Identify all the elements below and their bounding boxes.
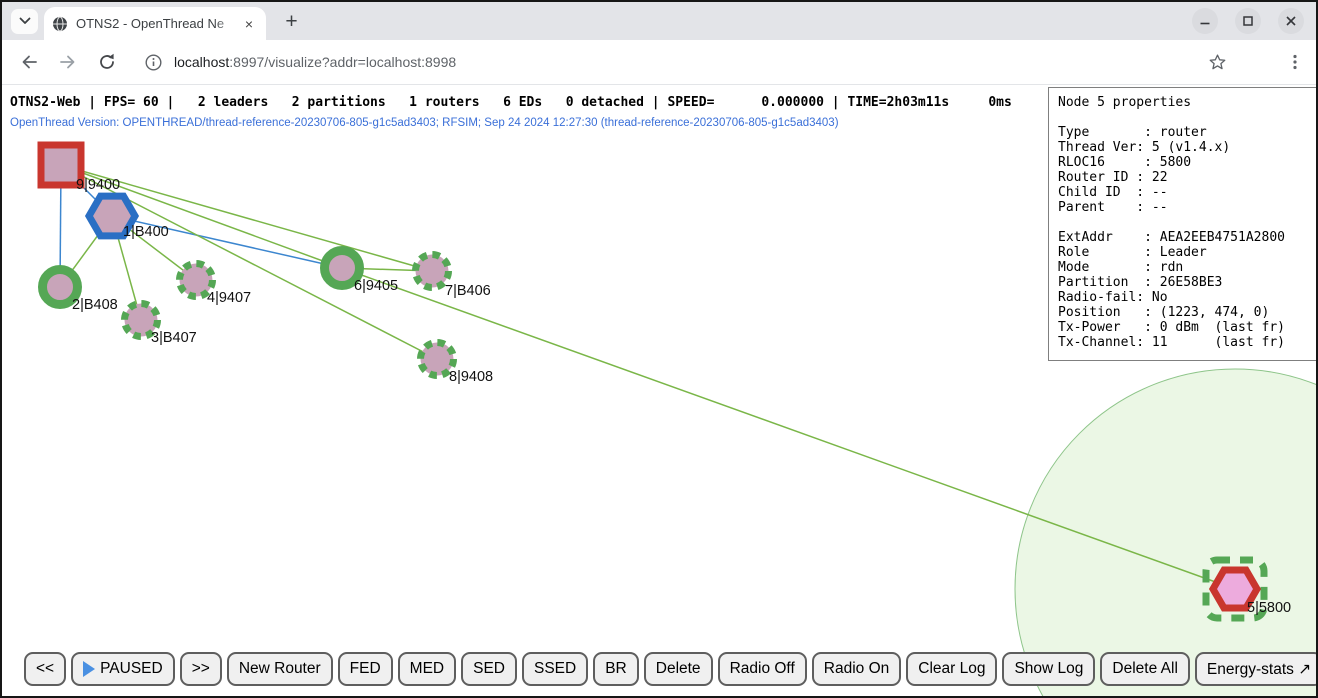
- br-button[interactable]: BR: [593, 652, 639, 686]
- node-label-1: 1|B400: [123, 224, 169, 240]
- step-forward-button[interactable]: >>: [180, 652, 222, 686]
- play-icon: [83, 661, 95, 677]
- maximize-button[interactable]: [1235, 8, 1261, 34]
- tab-search-button[interactable]: [11, 9, 38, 34]
- delete-button[interactable]: Delete: [644, 652, 713, 686]
- site-info-icon[interactable]: [145, 54, 162, 71]
- simulation-status-bar: OTNS2-Web | FPS= 60 | 2 leaders 2 partit…: [10, 95, 1074, 111]
- tab-close-button[interactable]: ×: [240, 15, 258, 33]
- sed-button[interactable]: SED: [461, 652, 517, 686]
- minimize-button[interactable]: [1192, 8, 1218, 34]
- reload-button[interactable]: [95, 50, 119, 74]
- back-button[interactable]: [17, 50, 41, 74]
- node-label-3: 3|B407: [151, 330, 197, 346]
- back-arrow-icon: [19, 52, 39, 72]
- url-host: localhost: [174, 54, 229, 70]
- forward-arrow-icon: [58, 52, 78, 72]
- radio-off-button[interactable]: Radio Off: [718, 652, 807, 686]
- node-properties-body: Type : router Thread Ver: 5 (v1.4.x) RLO…: [1058, 125, 1307, 350]
- node-label-6: 6|9405: [354, 278, 398, 294]
- energy-stats-button[interactable]: Energy-stats ↗: [1195, 652, 1316, 686]
- node-label-8: 8|9408: [449, 369, 493, 385]
- radio-on-button[interactable]: Radio On: [812, 652, 901, 686]
- node-label-2: 2|B408: [72, 297, 118, 313]
- forward-button[interactable]: [56, 50, 80, 74]
- clear-log-button[interactable]: Clear Log: [906, 652, 997, 686]
- profile-avatar[interactable]: E: [1244, 49, 1270, 75]
- url-path: :8997/visualize?addr=localhost:8998: [229, 54, 456, 70]
- menu-dots-icon[interactable]: [1286, 53, 1304, 71]
- delete-all-button[interactable]: Delete All: [1100, 652, 1189, 686]
- node-properties-title: Node 5 properties: [1058, 95, 1307, 110]
- omnibox[interactable]: localhost:8997/visualize?addr=localhost:…: [131, 54, 1207, 71]
- node-label-5: 5|5800: [1247, 600, 1291, 616]
- sim-toolbar: <<PAUSED>>New RouterFEDMEDSEDSSEDBRDelet…: [24, 652, 1316, 686]
- browser-window: OTNS2 - OpenThread Ne × +: [0, 0, 1318, 698]
- step-back-button[interactable]: <<: [24, 652, 66, 686]
- chevron-down-icon: [19, 17, 31, 25]
- node-9[interactable]: [41, 145, 81, 185]
- close-window-button[interactable]: [1278, 8, 1304, 34]
- node-label-7: 7|B406: [445, 283, 491, 299]
- med-button[interactable]: MED: [398, 652, 456, 686]
- bookmark-star-icon[interactable]: [1207, 52, 1228, 73]
- otns-visualizer-page: 9|9400 1|B400 2|B408 3|B407 4|9407 6|9405 7|B4…: [2, 85, 1316, 697]
- url-text[interactable]: localhost:8997/visualize?addr=localhost:…: [174, 54, 456, 70]
- browser-toolbar: localhost:8997/visualize?addr=localhost:…: [2, 40, 1316, 85]
- openthread-version-text: OpenThread Version: OPENTHREAD/thread-re…: [10, 116, 839, 130]
- fed-button[interactable]: FED: [338, 652, 393, 686]
- paused-button[interactable]: PAUSED: [71, 652, 175, 686]
- ssed-button[interactable]: SSED: [522, 652, 588, 686]
- window-controls: [1192, 8, 1304, 34]
- show-log-button[interactable]: Show Log: [1002, 652, 1095, 686]
- maximize-icon: [1242, 15, 1254, 27]
- new-tab-button[interactable]: +: [278, 8, 305, 35]
- tab-strip: OTNS2 - OpenThread Ne × +: [2, 2, 1316, 40]
- new-router-button[interactable]: New Router: [227, 652, 333, 686]
- tab-title: OTNS2 - OpenThread Ne: [76, 16, 240, 32]
- node-7[interactable]: [416, 255, 449, 288]
- minimize-icon: [1199, 15, 1211, 27]
- tab-otns2[interactable]: OTNS2 - OpenThread Ne ×: [44, 7, 266, 40]
- close-icon: [1285, 15, 1297, 27]
- toolbar-right-icons: E: [1207, 49, 1304, 75]
- radio-range-circle: [1015, 369, 1316, 697]
- node-properties-panel: Node 5 properties Type : router Thread V…: [1048, 87, 1316, 361]
- reload-icon: [97, 52, 117, 72]
- node-label-9: 9|9400: [76, 177, 120, 193]
- globe-favicon-icon: [52, 16, 68, 32]
- node-label-4: 4|9407: [207, 290, 251, 306]
